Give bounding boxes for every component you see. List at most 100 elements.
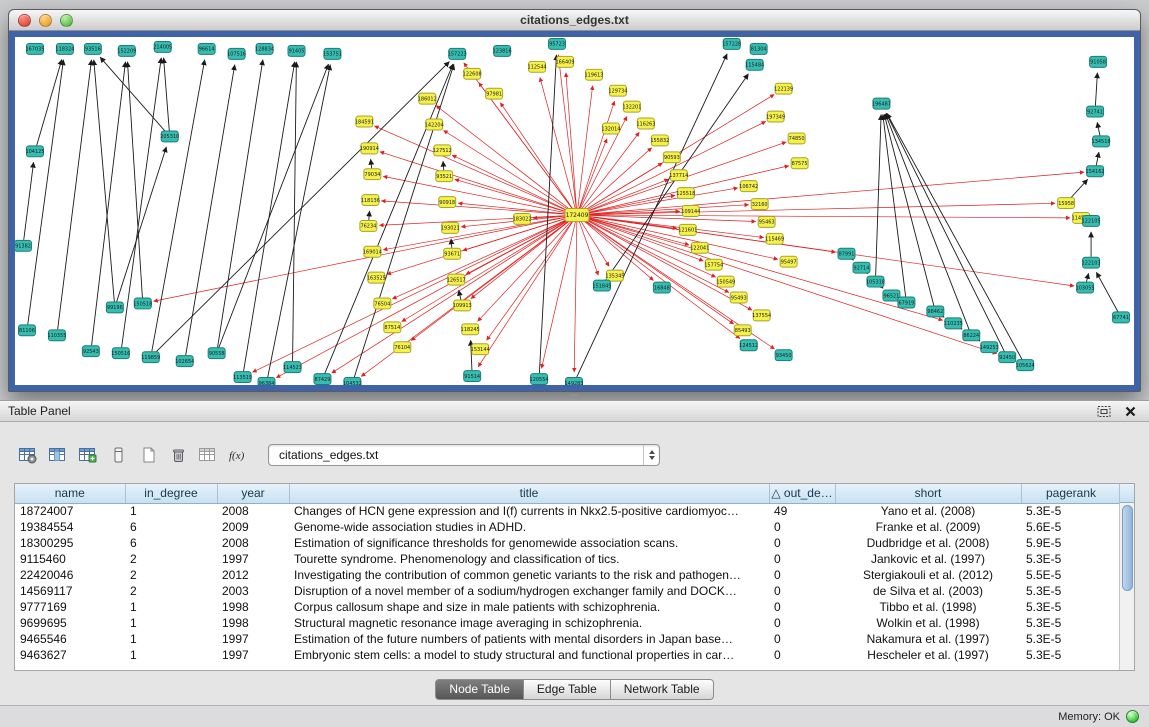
network-node[interactable]: 91514 [464, 371, 481, 382]
network-node[interactable]: 109144 [681, 206, 700, 217]
network-node[interactable]: 122041 [690, 242, 709, 253]
tab-edge-table[interactable]: Edge Table [524, 679, 611, 700]
network-node[interactable]: 99196 [106, 302, 123, 313]
network-node[interactable]: 214005 [153, 41, 172, 52]
close-panel-icon[interactable] [1124, 405, 1137, 418]
network-node[interactable]: 128834 [255, 43, 274, 54]
minimize-window-button[interactable] [39, 14, 52, 27]
network-node[interactable]: 96384 [258, 378, 275, 385]
network-node[interactable]: 74850 [788, 133, 805, 144]
network-node[interactable]: 157228 [722, 38, 741, 49]
network-node[interactable]: 122139 [774, 83, 793, 94]
network-node[interactable]: 120554 [530, 374, 549, 385]
network-node[interactable]: 87991 [838, 248, 855, 259]
network-node[interactable]: 137554 [752, 310, 771, 321]
network-node[interactable]: 118245 [461, 324, 480, 335]
network-node[interactable]: 127512 [433, 145, 452, 156]
memory-status-indicator[interactable] [1126, 710, 1139, 723]
network-node[interactable]: 186012 [418, 93, 437, 104]
trash-icon[interactable] [164, 441, 191, 468]
table-disabled-icon[interactable] [194, 441, 221, 468]
network-node[interactable]: 87514 [384, 322, 401, 333]
table-row[interactable]: 911546021997Tourette syndrome. Phenomeno… [15, 551, 1121, 567]
network-node[interactable]: 193021 [441, 222, 460, 233]
network-node[interactable]: 123816 [493, 45, 512, 56]
new-page-icon[interactable] [134, 441, 161, 468]
network-node[interactable]: 102654 [175, 356, 194, 367]
network-node[interactable]: 81106 [18, 325, 35, 336]
network-node[interactable]: 151845 [592, 280, 611, 291]
network-node[interactable]: 184591 [355, 116, 374, 127]
network-node[interactable]: 115469 [765, 233, 784, 244]
network-node[interactable]: 119613 [584, 69, 603, 80]
network-node[interactable]: 107516 [227, 48, 246, 59]
network-node[interactable]: 87575 [791, 158, 808, 169]
network-node[interactable]: 132201 [622, 101, 641, 112]
network-node[interactable]: 16848 [653, 282, 670, 293]
network-node[interactable]: 15958 [1058, 198, 1075, 209]
network-node[interactable]: 152209 [117, 45, 136, 56]
network-node[interactable]: 134518 [1092, 136, 1111, 147]
network-node[interactable]: 157223 [448, 48, 467, 59]
network-node[interactable]: 67741 [1113, 312, 1130, 323]
network-node[interactable]: 116263 [636, 118, 655, 129]
panel-splitter[interactable] [0, 392, 1149, 400]
network-node[interactable]: 118324 [55, 43, 74, 54]
network-node[interactable]: 157754 [704, 259, 723, 270]
network-node[interactable]: 167035 [25, 43, 44, 54]
network-node[interactable]: 87429 [314, 374, 331, 385]
network-node[interactable]: 90558 [208, 348, 225, 359]
column-header-short[interactable]: short [835, 484, 1021, 503]
table-gear-icon[interactable] [14, 441, 41, 468]
network-node[interactable]: 67919 [898, 297, 915, 308]
network-node[interactable]: 142204 [425, 119, 444, 130]
column-header-pagerank[interactable]: pagerank [1021, 484, 1121, 503]
network-node[interactable]: 113519 [233, 372, 252, 383]
network-node[interactable]: 149253 [980, 342, 999, 353]
table-columns-icon[interactable] [44, 441, 71, 468]
network-node[interactable]: 104125 [25, 146, 44, 157]
network-node[interactable]: 105318 [866, 276, 885, 287]
network-node[interactable]: 132014 [601, 123, 620, 134]
table-row[interactable]: 1830029562008Estimation of significance … [15, 535, 1121, 551]
network-node[interactable]: 115484 [745, 59, 764, 70]
network-node[interactable]: 124512 [739, 340, 758, 351]
zoom-window-button[interactable] [60, 14, 73, 27]
network-node[interactable]: 163525 [367, 272, 386, 283]
network-node[interactable]: 150518 [133, 298, 152, 309]
network-node[interactable]: 122103 [1082, 257, 1101, 268]
network-node[interactable]: 76104 [394, 342, 411, 353]
network-node[interactable]: 150549 [716, 276, 735, 287]
network-node[interactable]: 91058 [1090, 56, 1107, 67]
network-node[interactable]: 109913 [453, 300, 472, 311]
network-node[interactable]: 85493 [734, 325, 751, 336]
network-node[interactable]: 169014 [363, 246, 382, 257]
network-node[interactable]: 110355 [47, 330, 66, 341]
network-node[interactable]: 125518 [676, 188, 695, 199]
network-node[interactable]: 190914 [360, 143, 379, 154]
network-node[interactable]: 155832 [650, 135, 669, 146]
table-row[interactable]: 1938455462009Genome-wide association stu… [15, 519, 1121, 535]
close-window-button[interactable] [18, 14, 31, 27]
network-node[interactable]: 122105 [1082, 215, 1101, 226]
function-icon[interactable]: f(x) [224, 441, 251, 468]
network-node[interactable]: 86224 [963, 330, 980, 341]
table-row[interactable]: 969969511998Structural magnetic resonanc… [15, 615, 1121, 631]
column-header-year[interactable]: year [217, 484, 289, 503]
network-node[interactable]: 205310 [160, 131, 179, 142]
network-canvas[interactable]: 1724091845911909147903411813676234169014… [15, 37, 1134, 385]
network-node[interactable]: 104532 [343, 378, 362, 385]
network-node[interactable]: 93516 [84, 43, 101, 54]
table-row[interactable]: 946362711997Embryonic stem cells: a mode… [15, 647, 1121, 663]
network-node[interactable]: 76504 [374, 298, 391, 309]
table-row[interactable]: 946554611997Estimation of the future num… [15, 631, 1121, 647]
network-node[interactable]: 91382 [15, 240, 31, 251]
network-node[interactable]: 92741 [1087, 106, 1104, 117]
tab-node-table[interactable]: Node Table [435, 679, 524, 700]
column-header-title[interactable]: title [289, 484, 769, 503]
network-node[interactable]: 183022 [513, 213, 532, 224]
network-node[interactable]: 129734 [608, 85, 627, 96]
network-node[interactable]: 197349 [766, 111, 785, 122]
network-node[interactable]: 93450 [775, 350, 792, 361]
table-row[interactable]: 2242004622012Investigating the contribut… [15, 567, 1121, 583]
